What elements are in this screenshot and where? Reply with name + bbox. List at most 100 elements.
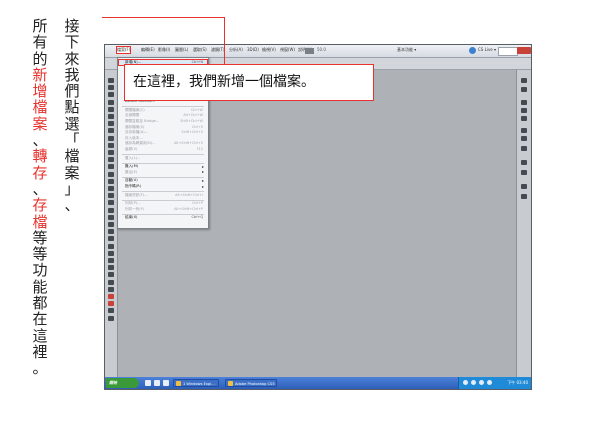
window-controls[interactable] [517,47,531,54]
file-menu-item[interactable]: 置入(L)... [125,156,140,161]
file-menu-item[interactable]: 檔案資訊(F)... [125,193,148,198]
taskbar-photoshop[interactable]: Adobe Photoshop CS5 [225,379,277,387]
menu-6[interactable]: 分析(A) [229,47,243,53]
tool-icon[interactable] [108,157,114,163]
tool-icon[interactable] [108,272,114,278]
tool-icon[interactable] [108,301,114,307]
start-button[interactable]: 開始 [106,378,139,388]
panel-icon[interactable] [521,194,527,199]
windows-taskbar: 開始 1 Windows Expl... Adobe Photoshop CS5… [105,377,531,389]
file-menu-item[interactable]: 關閉並跳至 Bridge... [125,119,159,124]
quicklaunch-ie-icon[interactable] [145,380,151,386]
tray-icon[interactable] [479,380,484,385]
caption-column-2: 所有的新增檔案、轉存、存檔等等功能都在這裡。 [30,18,50,377]
panel-icon[interactable] [521,170,527,175]
caption-char: 功 [32,261,48,280]
file-menu-item[interactable]: 結束(X) [125,215,137,220]
submenu-arrow-icon: ▸ [201,183,204,189]
cs-live-label[interactable]: CS Live ▾ [478,47,496,52]
file-menu-item[interactable]: 匯出(E) [125,170,137,175]
tool-icon[interactable] [108,229,114,235]
tool-icon[interactable] [108,236,114,242]
file-menu-item[interactable]: 列印一份(Y) [125,207,144,212]
tool-icon[interactable] [108,85,114,91]
workspace-switcher[interactable]: 基本功能 ▾ [397,47,416,53]
file-menu-item[interactable]: 匯入(M) [125,164,138,169]
tool-icon[interactable] [108,315,114,321]
caption-char: 檔 [64,147,80,166]
search-input[interactable] [498,47,518,56]
tool-icon[interactable] [108,78,114,83]
caption-char: 這 [32,326,48,345]
panel-icon[interactable] [521,146,527,151]
caption-char: 轉 [32,147,48,166]
panel-icon[interactable] [521,87,527,92]
caption-char: 檔 [32,98,48,117]
tool-icon[interactable] [108,171,114,177]
file-menu-item[interactable]: 列印(P)... [125,201,141,206]
panel-icon[interactable] [521,108,527,113]
tool-icon[interactable] [108,214,114,220]
tool-icon[interactable] [108,135,114,141]
file-menu-item[interactable]: 另存新檔(A)... [125,130,148,135]
tool-icon[interactable] [108,207,114,213]
caption-char: 案 [64,163,80,182]
panel-icon[interactable] [521,128,527,133]
tool-icon[interactable] [108,222,114,227]
tool-icon[interactable] [108,200,114,206]
panel-icon[interactable] [521,100,527,105]
file-menu-item[interactable]: 自動(U) [125,178,138,183]
tool-icon[interactable] [108,308,114,314]
clock: 下午 03:40 [507,380,528,385]
tool-icon[interactable] [108,114,114,119]
tool-icon[interactable] [108,193,114,199]
folder-icon [176,381,181,386]
tool-icon[interactable] [108,121,114,127]
menu-9[interactable]: 視窗(W) [280,47,295,53]
file-menu-item[interactable]: 指令碼(R) [125,184,141,189]
panel-icon[interactable] [521,160,527,165]
tool-icon[interactable] [108,279,114,285]
panel-icon[interactable] [521,116,527,121]
callout-text: 在這裡，我們新增一個檔案。 [133,74,315,90]
tool-icon[interactable] [108,258,114,263]
caption-char: 。 [32,359,48,378]
menu-7[interactable]: 3D(D) [247,47,259,52]
tool-icon[interactable] [108,164,114,170]
panel-icon[interactable] [521,136,527,141]
tool-icon[interactable] [108,150,114,155]
tool-icon[interactable] [108,294,114,299]
quicklaunch-desktop-icon[interactable] [154,380,160,386]
file-menu-item[interactable]: 儲存為網頁用(D)... [125,141,156,146]
panel-icon[interactable] [521,78,527,83]
tool-icon[interactable] [108,250,114,256]
file-menu-item[interactable]: 還原(V) [125,147,137,152]
tool-icon[interactable] [108,265,114,271]
task-label: 1 Windows Expl... [183,382,215,386]
tool-icon[interactable] [108,286,114,292]
caption-char: 的 [32,49,48,68]
file-menu-item[interactable]: 全部關閉 [125,113,139,118]
tool-icon[interactable] [108,243,114,249]
tool-icon[interactable] [108,128,114,134]
caption-char: 檔 [32,212,48,231]
tool-icon[interactable] [108,106,114,112]
photoshop-icon [228,381,233,386]
panel-icon[interactable] [521,184,527,189]
tray-icon[interactable] [487,380,492,385]
taskbar-explorer[interactable]: 1 Windows Expl... [173,379,219,387]
tool-icon[interactable] [108,186,114,191]
menu-shortcut: Shift+Ctrl+W [180,119,203,123]
tool-icon[interactable] [108,178,114,184]
zoom-level[interactable]: 50.0 [317,47,326,52]
quicklaunch-media-icon[interactable] [163,380,169,386]
cs-live-icon[interactable] [469,47,476,54]
tray-icon[interactable] [471,380,476,385]
tool-icon[interactable] [108,99,114,105]
tool-icon[interactable] [108,142,114,148]
tool-icon[interactable] [108,92,114,98]
menu-8[interactable]: 檢視(V) [262,47,276,53]
tray-icon[interactable] [463,380,468,385]
bridge-icon[interactable] [305,48,314,54]
file-menu-item[interactable]: 儲存檔案(S) [125,125,144,130]
